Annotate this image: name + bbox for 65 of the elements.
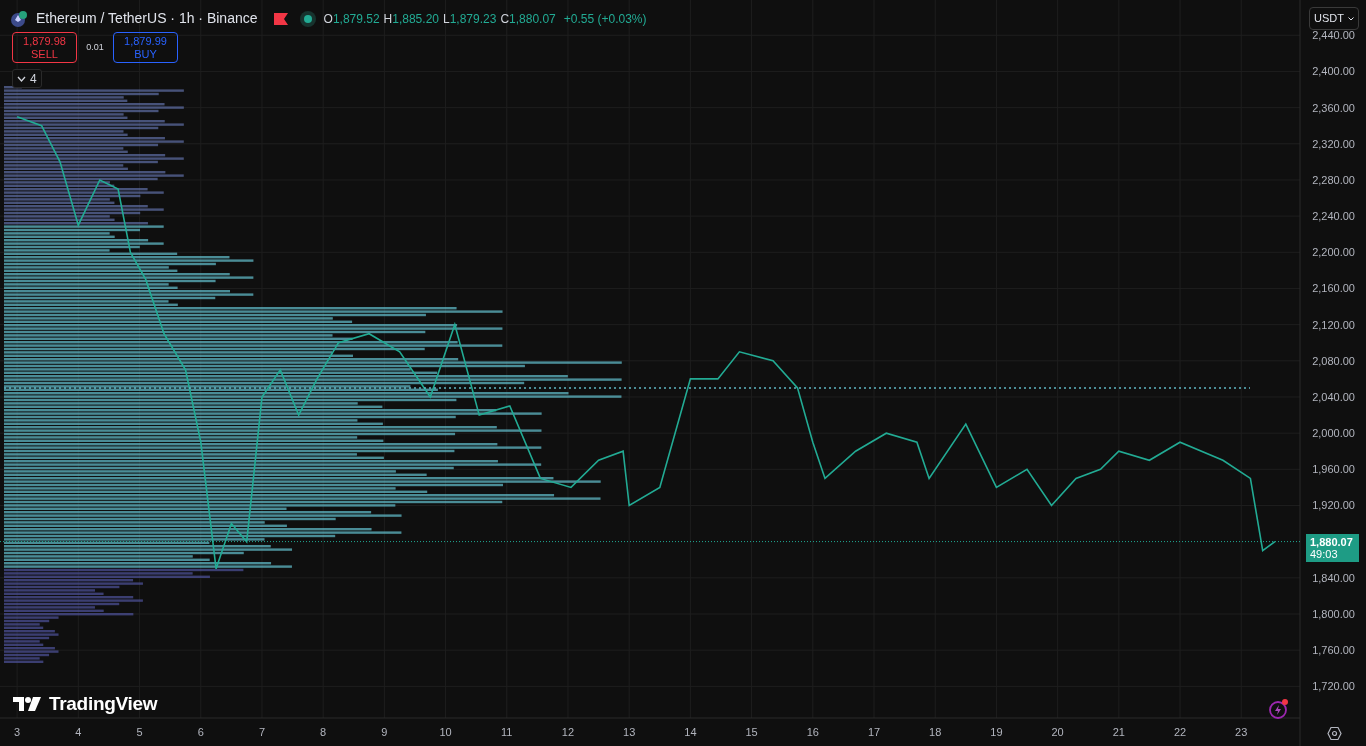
ohlc-value: 1,879.23 bbox=[449, 10, 497, 28]
time-axis-label: 19 bbox=[990, 726, 1003, 738]
price-axis-label: 2,280.00 bbox=[1312, 173, 1355, 186]
price-axis-label: 2,440.00 bbox=[1312, 29, 1355, 42]
chevron-icon bbox=[1348, 16, 1354, 21]
price-axis-label: 2,360.00 bbox=[1312, 101, 1355, 114]
ohlc-value: 1,880.07 bbox=[509, 10, 556, 28]
time-axis-label: 15 bbox=[745, 726, 758, 738]
status-dot-icon bbox=[299, 10, 316, 27]
time-axis-label: 20 bbox=[1051, 726, 1064, 738]
ohlc-label: O bbox=[323, 10, 333, 28]
time-axis-label: 23 bbox=[1235, 726, 1248, 738]
time-axis-label: 9 bbox=[381, 726, 388, 738]
lightning-icon[interactable] bbox=[1268, 698, 1290, 720]
price-axis-label: 1,840.00 bbox=[1312, 571, 1355, 584]
price-axis-label: 2,120.00 bbox=[1312, 318, 1355, 331]
countdown-timer: 49:03 bbox=[1310, 547, 1338, 560]
price-axis-label: 2,320.00 bbox=[1312, 137, 1355, 150]
time-axis-label: 5 bbox=[136, 726, 143, 738]
price-axis-label: 2,240.00 bbox=[1312, 210, 1355, 223]
price-axis-label: 2,160.00 bbox=[1312, 282, 1355, 295]
time-axis-label: 21 bbox=[1112, 726, 1125, 738]
settings-icon[interactable] bbox=[1327, 726, 1342, 741]
time-axis-label: 3 bbox=[14, 726, 21, 738]
ethereum-icon bbox=[10, 9, 28, 28]
time-axis-label: 6 bbox=[197, 726, 204, 738]
ohlc-value: 1,885.20 bbox=[392, 10, 439, 28]
last-price-value: 1,880.07 bbox=[1310, 535, 1354, 548]
logo-icon bbox=[13, 696, 41, 713]
time-axis-label: 12 bbox=[561, 726, 575, 738]
currency-dropdown[interactable]: USDT bbox=[1309, 7, 1359, 30]
time-axis-label: 18 bbox=[929, 726, 942, 738]
time-axis-label: 13 bbox=[623, 726, 636, 738]
sell-button[interactable]: 1,879.98 SELL bbox=[12, 32, 77, 63]
ohlc-label: L bbox=[443, 10, 450, 28]
time-axis-label: 4 bbox=[75, 726, 82, 738]
price-axis-label: 2,080.00 bbox=[1312, 354, 1355, 367]
price-axis-label: 2,040.00 bbox=[1312, 391, 1355, 403]
time-axis-label: 11 bbox=[501, 726, 513, 738]
ohlc-value: 1,879.52 bbox=[332, 10, 380, 28]
price-change: +0.55 (+0.03%) bbox=[563, 10, 647, 28]
time-axis-label: 17 bbox=[867, 726, 881, 738]
price-axis-label: 1,920.00 bbox=[1312, 499, 1355, 512]
time-axis-label: 8 bbox=[320, 726, 327, 738]
price-axis-label: 1,760.00 bbox=[1312, 644, 1355, 657]
spread-value: 0.01 bbox=[85, 40, 105, 54]
price-axis-label: 1,960.00 bbox=[1312, 463, 1355, 476]
price-axis-label: 1,800.00 bbox=[1312, 608, 1355, 620]
ohlc-label: H bbox=[383, 10, 393, 28]
price-axis-label: 2,400.00 bbox=[1312, 65, 1355, 78]
price-axis-label: 2,200.00 bbox=[1312, 246, 1355, 259]
time-axis-label: 7 bbox=[258, 726, 265, 738]
buy-button[interactable]: 1,879.99 BUY bbox=[113, 32, 178, 63]
time-axis-label: 10 bbox=[439, 726, 452, 738]
time-axis-label: 16 bbox=[806, 726, 819, 738]
price-axis-label: 1,720.00 bbox=[1312, 680, 1355, 693]
time-axis-label: 14 bbox=[684, 726, 697, 738]
price-axis-label: 2,000.00 bbox=[1312, 427, 1355, 440]
chevron-icon bbox=[17, 75, 26, 82]
indicators-toggle[interactable]: 4 bbox=[12, 69, 42, 88]
brand-name: TradingView bbox=[49, 692, 158, 716]
time-axis-label: 22 bbox=[1173, 726, 1187, 738]
ohlc-label: C bbox=[500, 10, 510, 28]
symbol-title[interactable]: Ethereum / TetherUS · 1h · Binance bbox=[36, 8, 258, 29]
flag-icon[interactable] bbox=[273, 12, 288, 25]
